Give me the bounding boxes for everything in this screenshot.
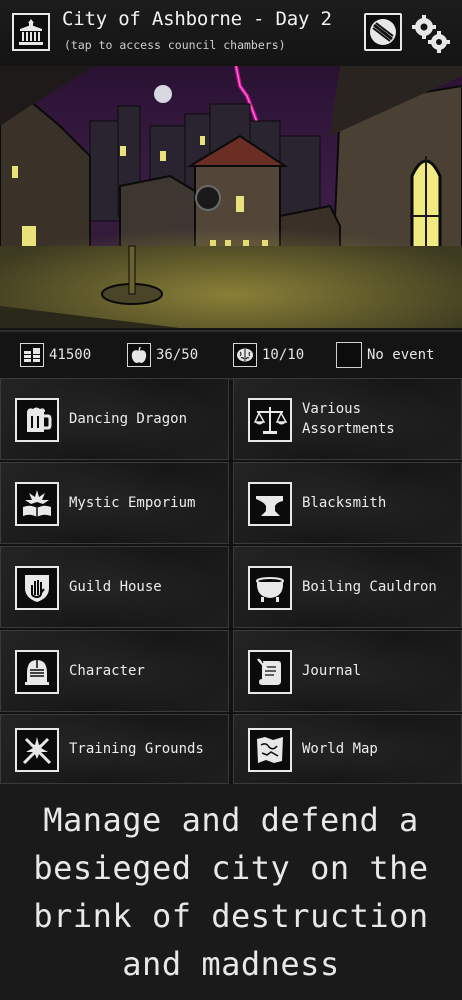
scales-icon [248, 398, 292, 442]
beer-mug-icon [15, 398, 59, 442]
apple-icon [127, 343, 151, 367]
spellbook-icon [15, 482, 59, 526]
city-title[interactable]: City of Ashborne - Day 2 [62, 8, 332, 30]
food-value: 36/50 [156, 347, 199, 363]
location-journal[interactable]: Journal [233, 630, 462, 712]
promo-tagline: Manage and defend a besieged city on the… [0, 784, 462, 1000]
gear-icon[interactable] [410, 13, 450, 53]
header-bar[interactable]: City of Ashborne - Day 2 (tap to access … [0, 0, 462, 67]
location-label: Guild House [69, 579, 162, 595]
location-character[interactable]: Character [0, 630, 229, 712]
location-label: Various Assortments [302, 401, 395, 437]
location-label: Character [69, 663, 145, 679]
location-label: World Map [302, 741, 378, 757]
tagline-line: Manage and defend a [43, 801, 419, 839]
gold-value: 41500 [49, 347, 92, 363]
sanity-stat: 10/10 [233, 343, 304, 367]
location-mystic-emporium[interactable]: Mystic Emporium [0, 462, 229, 544]
location-label: Mystic Emporium [69, 495, 196, 511]
location-label: Dancing Dragon [69, 411, 188, 427]
location-guild-house[interactable]: Guild House [0, 546, 229, 628]
tagline-line: besieged city on the [33, 849, 429, 887]
brain-icon [233, 343, 257, 367]
sanity-value: 10/10 [262, 347, 305, 363]
council-hint[interactable]: (tap to access council chambers) [64, 38, 286, 52]
event-value: No event [367, 347, 435, 363]
location-training-grounds[interactable]: Training Grounds [0, 714, 229, 784]
location-label: Blacksmith [302, 495, 387, 511]
anvil-icon [248, 482, 292, 526]
hand-shield-icon [15, 566, 59, 610]
city-illustration [0, 66, 462, 328]
city-hall-icon[interactable] [12, 13, 50, 51]
event-stat[interactable]: No event [336, 342, 435, 368]
scroll-quill-icon [248, 650, 292, 694]
location-label: Journal [302, 663, 362, 679]
shield-emblem-icon[interactable] [364, 13, 402, 51]
cauldron-icon [248, 566, 292, 610]
location-label: Training Grounds [69, 741, 204, 757]
tagline-line: and madness [122, 945, 340, 983]
location-label: Boiling Cauldron [302, 579, 437, 595]
tagline-text: Manage and defend a besieged city on the… [33, 796, 428, 988]
tagline-line: brink of destruction [33, 897, 429, 935]
coins-icon [20, 343, 44, 367]
gold-stat: 41500 [20, 343, 91, 367]
food-stat: 36/50 [127, 343, 198, 367]
resource-status-bar: 41500 36/50 10/10 No event [0, 330, 462, 380]
location-blacksmith[interactable]: Blacksmith [233, 462, 462, 544]
empty-box-icon [336, 342, 362, 368]
crossed-swords-icon [15, 728, 59, 772]
knight-helmet-icon [15, 650, 59, 694]
location-various-assortments[interactable]: Various Assortments [233, 378, 462, 460]
location-world-map[interactable]: World Map [233, 714, 462, 784]
location-boiling-cauldron[interactable]: Boiling Cauldron [233, 546, 462, 628]
location-grid: Dancing Dragon Various Assortments Mysti… [0, 378, 462, 784]
map-icon [248, 728, 292, 772]
location-dancing-dragon[interactable]: Dancing Dragon [0, 378, 229, 460]
